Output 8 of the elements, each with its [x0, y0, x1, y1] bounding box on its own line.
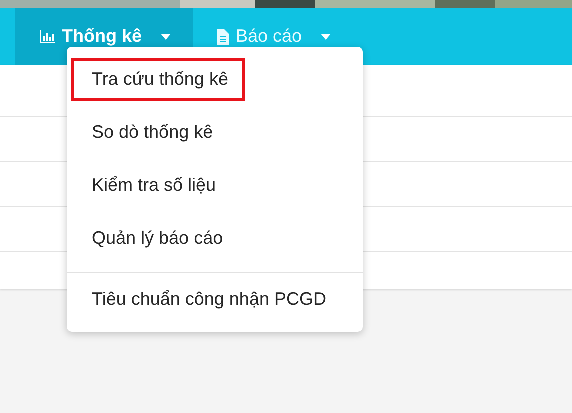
bar-chart-icon: [39, 30, 55, 44]
menu-item[interactable]: Tiêu chuẩn công nhận PCGD: [67, 273, 363, 326]
caret-icon: [161, 34, 171, 40]
caret-icon: [321, 34, 332, 40]
menu-item[interactable]: So dò thống kê: [67, 106, 363, 159]
menu-item[interactable]: Quản lý báo cáo: [67, 212, 363, 265]
document-icon: [217, 28, 229, 44]
menu-item[interactable]: Kiểm tra số liệu: [67, 159, 363, 212]
